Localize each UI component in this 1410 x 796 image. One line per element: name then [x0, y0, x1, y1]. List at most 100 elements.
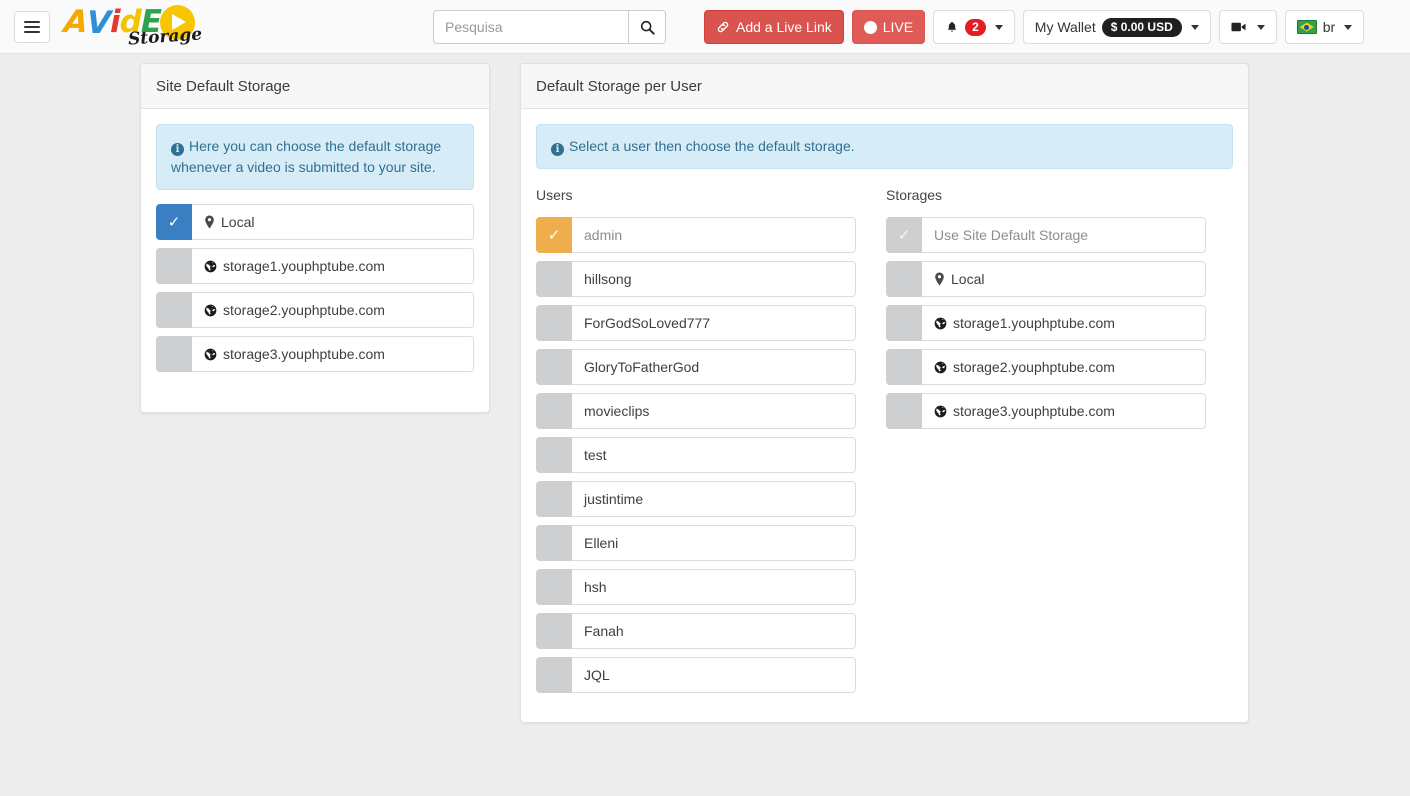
user-item-checkbox[interactable]: [536, 437, 572, 473]
storage-item-label: Use Site Default Storage: [922, 217, 1206, 253]
default-storage-per-user-panel-body: i Select a user then choose the default s…: [521, 109, 1248, 708]
user-item-checkbox[interactable]: [536, 613, 572, 649]
site-storage-item-checkbox[interactable]: [156, 336, 192, 372]
user-item-row[interactable]: JQL: [536, 657, 856, 693]
storage-item-row[interactable]: Local: [886, 261, 1206, 297]
user-item-checkbox[interactable]: [536, 481, 572, 517]
user-item-row[interactable]: justintime: [536, 481, 856, 517]
site-storage-item-label: storage1.youphptube.com: [192, 248, 474, 284]
notifications-dropdown-button[interactable]: 2: [933, 10, 1015, 44]
site-storage-item-text: storage1.youphptube.com: [223, 258, 385, 274]
user-item-row[interactable]: test: [536, 437, 856, 473]
add-live-link-button[interactable]: Add a Live Link: [704, 10, 844, 44]
user-item-text: ForGodSoLoved777: [584, 315, 711, 331]
info-icon: i: [551, 143, 564, 156]
site-storage-item-checkbox[interactable]: ✓: [156, 204, 192, 240]
search-submit-button[interactable]: [628, 10, 666, 44]
logo-letter-a: A: [62, 3, 89, 40]
storage-item-row[interactable]: storage3.youphptube.com: [886, 393, 1206, 429]
user-item-row[interactable]: Elleni: [536, 525, 856, 561]
storage-item-text: storage2.youphptube.com: [953, 359, 1115, 375]
hamburger-icon-bar: [24, 25, 40, 28]
link-icon: [717, 21, 729, 33]
map-pin-icon: [204, 215, 215, 229]
user-item-checkbox[interactable]: [536, 569, 572, 605]
storages-column-title: Storages: [886, 187, 943, 203]
user-item-text: Elleni: [584, 535, 619, 551]
storage-item-checkbox[interactable]: [886, 349, 922, 385]
user-item-label: admin: [572, 217, 856, 253]
globe-icon: [204, 260, 217, 273]
user-item-row[interactable]: GloryToFatherGod: [536, 349, 856, 385]
storage-item-row[interactable]: storage1.youphptube.com: [886, 305, 1206, 341]
storage-item-text: storage1.youphptube.com: [953, 315, 1115, 331]
users-list: ✓ admin hillsong ForGodSoLoved777 GloryToFat…: [536, 217, 856, 693]
storage-item-row[interactable]: storage2.youphptube.com: [886, 349, 1206, 385]
user-item-checkbox[interactable]: ✓: [536, 217, 572, 253]
site-storage-item-label: storage3.youphptube.com: [192, 336, 474, 372]
storage-item-label: storage1.youphptube.com: [922, 305, 1206, 341]
user-item-checkbox[interactable]: [536, 349, 572, 385]
site-storage-item-row[interactable]: storage1.youphptube.com: [156, 248, 474, 284]
site-storage-item-checkbox[interactable]: [156, 292, 192, 328]
hamburger-icon-bar: [24, 20, 40, 23]
user-item-checkbox[interactable]: [536, 393, 572, 429]
storage-item-label: storage3.youphptube.com: [922, 393, 1206, 429]
sidebar-menu-toggle-button[interactable]: [14, 10, 50, 43]
site-storage-item-label: storage2.youphptube.com: [192, 292, 474, 328]
user-item-text: hsh: [584, 579, 607, 595]
search-icon: [640, 20, 655, 35]
chevron-down-icon: [1256, 24, 1265, 30]
default-storage-per-user-panel: Default Storage per User i Select a user …: [520, 63, 1249, 723]
video-camera-icon: [1231, 22, 1246, 32]
user-item-row[interactable]: movieclips: [536, 393, 856, 429]
user-item-row[interactable]: Fanah: [536, 613, 856, 649]
live-button[interactable]: LIVE: [851, 10, 926, 44]
storage-item-text: storage3.youphptube.com: [953, 403, 1115, 419]
user-item-label: GloryToFatherGod: [572, 349, 856, 385]
site-logo[interactable]: AVidE Storage: [62, 3, 229, 50]
site-default-storage-panel-body: i Here you can choose the default storage…: [141, 109, 489, 387]
upload-video-dropdown-button[interactable]: [1218, 10, 1277, 44]
search-form: [433, 10, 666, 44]
site-default-storage-panel-title: Site Default Storage: [141, 64, 489, 109]
site-storage-item-label: Local: [192, 204, 474, 240]
user-item-label: ForGodSoLoved777: [572, 305, 856, 341]
site-storage-item-row[interactable]: storage2.youphptube.com: [156, 292, 474, 328]
site-storage-item-row[interactable]: storage3.youphptube.com: [156, 336, 474, 372]
user-item-row[interactable]: hsh: [536, 569, 856, 605]
notifications-count-badge: 2: [965, 18, 986, 36]
logo-letter-v: V: [86, 4, 111, 41]
user-item-checkbox[interactable]: [536, 305, 572, 341]
user-item-checkbox[interactable]: [536, 261, 572, 297]
user-storage-columns: Users ✓ admin hillsong ForGodSoLoved777 Glor…: [536, 187, 1233, 693]
site-default-storage-info-text: Here you can choose the default storage …: [171, 138, 442, 175]
wallet-dropdown-button[interactable]: My Wallet $ 0.00 USD: [1022, 10, 1211, 44]
user-item-text: test: [584, 447, 607, 463]
chevron-down-icon: [994, 24, 1003, 30]
user-item-row[interactable]: hillsong: [536, 261, 856, 297]
users-column: Users ✓ admin hillsong ForGodSoLoved777 Glor…: [536, 187, 856, 693]
site-storage-item-row[interactable]: ✓ Local: [156, 204, 474, 240]
storage-item-checkbox[interactable]: [886, 305, 922, 341]
storage-item-row[interactable]: ✓ Use Site Default Storage: [886, 217, 1206, 253]
navbar-actions: Add a Live Link LIVE 2 My Wallet $ 0.00 …: [704, 10, 1365, 44]
user-item-text: admin: [584, 227, 623, 243]
language-dropdown-button[interactable]: br: [1284, 10, 1365, 44]
user-item-row[interactable]: ✓ admin: [536, 217, 856, 253]
storage-item-checkbox[interactable]: [886, 393, 922, 429]
wallet-label: My Wallet: [1034, 19, 1096, 35]
globe-icon: [204, 304, 217, 317]
site-storage-item-text: storage2.youphptube.com: [223, 302, 385, 318]
site-storage-item-checkbox[interactable]: [156, 248, 192, 284]
storage-item-label: storage2.youphptube.com: [922, 349, 1206, 385]
search-input[interactable]: [433, 10, 628, 44]
user-item-checkbox[interactable]: [536, 525, 572, 561]
user-item-row[interactable]: ForGodSoLoved777: [536, 305, 856, 341]
brazil-flag-icon: [1296, 20, 1317, 34]
user-item-checkbox[interactable]: [536, 657, 572, 693]
globe-icon: [934, 361, 947, 374]
site-default-storage-panel: Site Default Storage i Here you can choos…: [140, 63, 490, 413]
storage-item-checkbox[interactable]: [886, 261, 922, 297]
storage-item-checkbox[interactable]: ✓: [886, 217, 922, 253]
